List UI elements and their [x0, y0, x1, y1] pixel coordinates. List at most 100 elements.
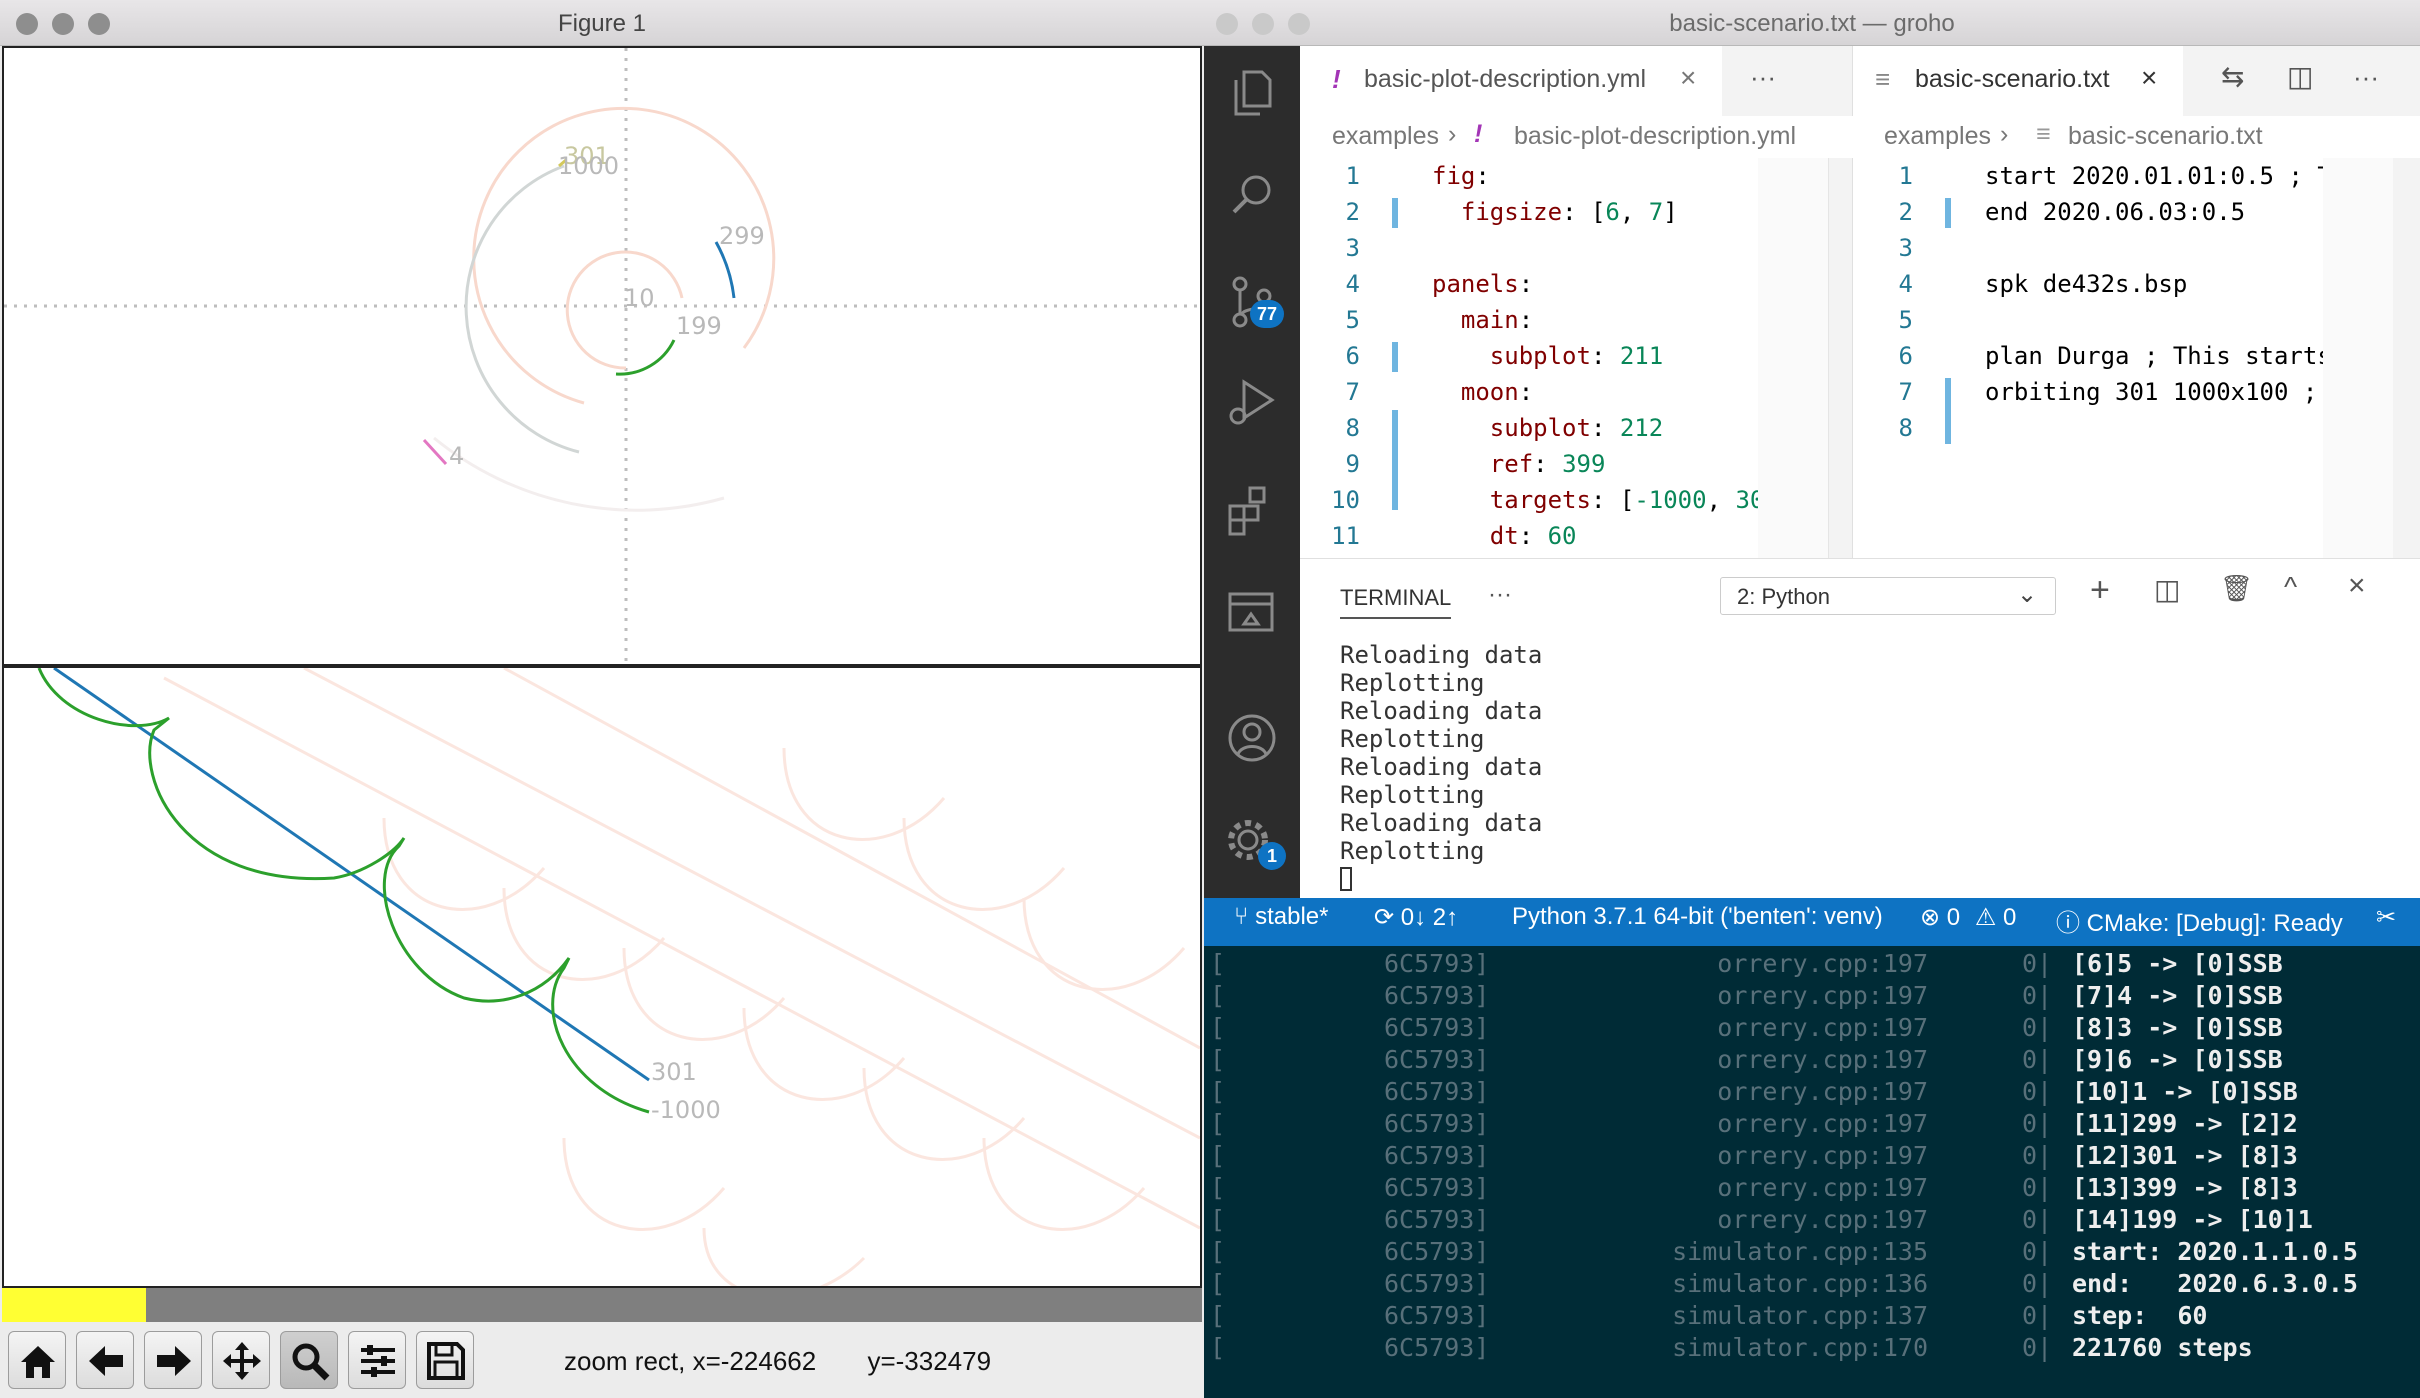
python-interpreter[interactable]: Python 3.7.1 64-bit ('benten': venv) — [1512, 903, 1883, 931]
log-field-e: [9]6 -> [0]SSB — [2072, 1045, 2283, 1074]
maximize-panel-icon[interactable]: ^ — [2284, 571, 2297, 603]
vscode-titlebar: basic-scenario.txt — groho — [1204, 0, 2420, 46]
tab-close-icon[interactable]: × — [2141, 62, 2157, 94]
breadcrumb-left: examples › ! basic-plot-description.yml — [1300, 116, 1852, 158]
cmake-status[interactable]: ⓘ CMake: [Debug]: Ready — [2056, 903, 2343, 938]
minimap-yml[interactable] — [1758, 158, 1828, 558]
breadcrumb-folder[interactable]: examples — [1884, 122, 1991, 151]
save-button[interactable] — [416, 1331, 474, 1389]
manage-button[interactable]: 1 — [1214, 802, 1290, 878]
split-terminal-icon[interactable]: ◫ — [2154, 573, 2180, 606]
code-editor-txt[interactable]: 1 2 3 4 5 6 7 8 start 2020.01.01:0.5 ; T end 202… — [1852, 158, 2420, 558]
code-line: ​ — [1432, 230, 1764, 266]
cursor-status-y: y=-332479 — [867, 1346, 992, 1376]
sync-status[interactable]: ⟳ 0↓ 2↑ — [1374, 903, 1458, 932]
scrollbar-yml[interactable] — [1828, 158, 1852, 558]
log-field-c: orrery.cpp:197 — [1717, 1109, 1928, 1138]
search-button[interactable] — [1214, 156, 1290, 232]
feedback-icon[interactable]: ✂ — [2376, 903, 2396, 932]
panel-more-button[interactable]: ··· — [1488, 581, 1512, 609]
code-line: end 2020.06.03:0.5 — [1985, 198, 2246, 226]
search-icon — [1232, 175, 1271, 214]
log-row: [6C5793] simulator.cpp:135 0| start: 2020.1… — [1204, 1236, 2420, 1268]
log-field-c: orrery.cpp:197 — [1717, 1045, 1928, 1074]
figure-title: Figure 1 — [557, 10, 647, 37]
line-numbers-txt: 1 2 3 4 5 6 7 8 — [1853, 158, 1913, 446]
log-terminal[interactable]: [6C5793] orrery.cpp:197 0| [6]5 -> [0]SSB[6… — [1204, 946, 2420, 1398]
modified-gutter-6 — [1392, 342, 1398, 372]
source-control-button[interactable]: 77 — [1214, 264, 1290, 340]
terminal-cursor — [1340, 867, 1352, 891]
tab-warning-mark: ! — [1332, 64, 1341, 94]
time-progress-track[interactable] — [2, 1288, 1202, 1322]
open-changes-icon[interactable]: ⇆ — [2221, 60, 2244, 93]
extensions-icon — [1228, 486, 1266, 536]
breadcrumb-file[interactable]: basic-plot-description.yml — [1514, 122, 1796, 151]
log-field-c: orrery.cpp:197 — [1717, 949, 1928, 978]
configure-subplots-button[interactable] — [348, 1331, 406, 1389]
log-field-c: simulator.cpp:136 — [1672, 1269, 1928, 1298]
run-debug-button[interactable] — [1214, 364, 1290, 440]
code-line: ref: 399 — [1489, 450, 1606, 478]
code-line: fig: — [1432, 162, 1490, 190]
terminal-line: Reloading data — [1340, 753, 1543, 781]
more-actions-button[interactable]: ··· — [2353, 62, 2379, 93]
terminal-line: Reloading data — [1340, 809, 1543, 837]
branch-status[interactable]: ⑂ stable* — [1234, 903, 1328, 931]
extensions-button[interactable] — [1214, 474, 1290, 550]
breadcrumb-text-icon: ≡ — [2036, 120, 2051, 148]
breadcrumb-yml-icon: ! — [1474, 120, 1483, 148]
forward-button[interactable] — [144, 1331, 202, 1389]
line-number: 5 — [1898, 306, 1913, 334]
label-301-bottom: 301 — [651, 1058, 697, 1086]
orbit-panel-bottom[interactable]: 301 -1000 — [2, 666, 1202, 1299]
tab-label: basic-scenario.txt — [1915, 65, 2110, 93]
minimap-txt[interactable] — [2323, 158, 2393, 558]
breadcrumb-folder[interactable]: examples — [1332, 122, 1439, 151]
sync-icon: ⟳ — [1374, 904, 1395, 931]
tab-basic-plot-description[interactable]: ! basic-plot-description.yml × — [1300, 46, 1722, 116]
figure-window: Figure 1 301 1000 299 10 199 4 301 -1000… — [0, 0, 1204, 1398]
line-number: 7 — [1898, 378, 1913, 406]
problems-status[interactable]: ⊗ 0 ⚠ 0 — [1920, 903, 2016, 932]
zoom-button[interactable] — [280, 1331, 338, 1389]
code-lines-txt: start 2020.01.01:0.5 ; T end 2020.06.03:0… — [1985, 158, 2332, 446]
close-panel-icon[interactable]: × — [2348, 569, 2366, 603]
explorer-button[interactable] — [1214, 54, 1290, 130]
tab-basic-scenario[interactable]: ≡ basic-scenario.txt × — [1853, 46, 2183, 116]
log-field-d: 0| — [2022, 1205, 2053, 1234]
scrollbar-txt[interactable] — [2393, 158, 2420, 558]
remote-explorer-button[interactable] — [1214, 576, 1290, 652]
run-debug-icon — [1229, 379, 1275, 425]
split-editor-icon[interactable]: ◫ — [2287, 60, 2313, 93]
trash-icon[interactable]: 🗑 — [2220, 573, 2253, 604]
time-progress-fill — [2, 1288, 146, 1322]
orbit-panel-top[interactable]: 301 1000 299 10 199 4 — [2, 46, 1202, 666]
code-line: main: — [1460, 306, 1534, 334]
code-line: ​ — [1985, 230, 2332, 266]
accounts-button[interactable] — [1214, 700, 1290, 776]
figure-titlebar: Figure 1 — [0, 0, 1204, 46]
tab-terminal[interactable]: TERMINAL — [1340, 585, 1452, 619]
new-terminal-icon[interactable]: + — [2090, 571, 2110, 610]
home-icon — [21, 1346, 55, 1378]
terminal-output[interactable]: Reloading data Replotting Reloading data Re… — [1340, 641, 1542, 865]
tab-more-button[interactable]: ··· — [1750, 62, 1776, 93]
log-field-d: 0| — [2022, 1045, 2053, 1074]
pan-icon — [223, 1342, 261, 1380]
code-editor-yml[interactable]: 1 2 3 4 5 6 7 8 9 10 11 fig: figsize: [6, 7] ​ panel… — [1300, 158, 1852, 558]
code-line: ​ — [1985, 410, 2332, 446]
line-number: 2 — [1345, 198, 1360, 226]
tab-close-icon[interactable]: × — [1680, 62, 1696, 94]
back-button[interactable] — [76, 1331, 134, 1389]
log-row: [6C5793] orrery.cpp:197 0| [7]4 -> [0]SSB — [1204, 980, 2420, 1012]
home-button[interactable] — [8, 1331, 66, 1389]
pan-button[interactable] — [212, 1331, 270, 1389]
code-line: orbiting 301 1000x100 ; — [1985, 378, 2318, 406]
breadcrumb-file[interactable]: basic-scenario.txt — [2068, 122, 2263, 151]
modified-gutter-6-7 — [1945, 378, 1951, 444]
log-field-d: 0| — [2022, 981, 2053, 1010]
terminal-select[interactable]: 2: Python ⌄ — [1720, 577, 2056, 615]
log-field-e: [11]299 -> [2]2 — [2072, 1109, 2298, 1138]
log-field-e: [8]3 -> [0]SSB — [2072, 1013, 2283, 1042]
